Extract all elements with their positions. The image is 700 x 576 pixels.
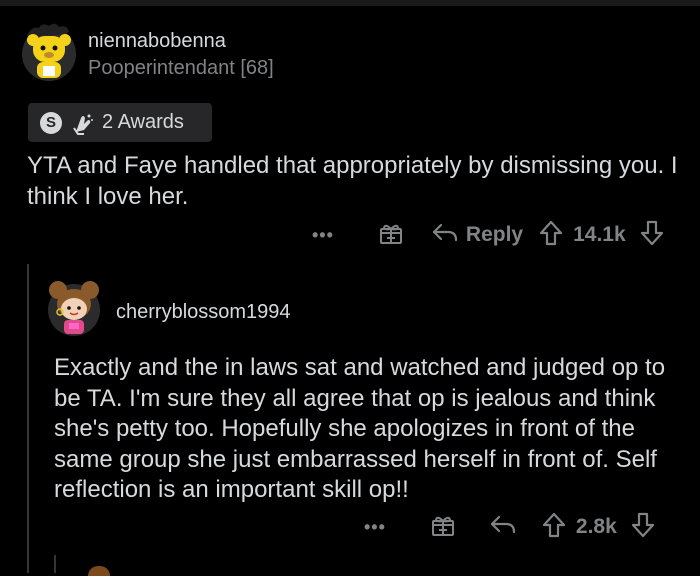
upvote-icon[interactable]	[539, 220, 563, 251]
comment-thread: niennabobenna Pooperintendant [68] S 2 A…	[0, 0, 700, 576]
vote-count: 2.8k	[575, 515, 617, 538]
praying-hands-icon	[70, 110, 96, 136]
reply-arrow-icon[interactable]	[490, 514, 516, 541]
comment-actions: ••• Reply 14.1k	[312, 218, 664, 252]
avatar-girl-icon[interactable]	[44, 276, 104, 338]
comment-username[interactable]: niennabobenna	[88, 30, 226, 53]
more-options-button[interactable]: •••	[312, 225, 334, 246]
gift-icon[interactable]	[378, 220, 404, 251]
gift-icon[interactable]	[430, 512, 456, 543]
downvote-icon[interactable]	[631, 512, 655, 543]
reply-actions: ••• 2.8k	[364, 510, 655, 544]
upvote-icon[interactable]	[542, 512, 566, 543]
vote-count: 14.1k	[573, 223, 626, 246]
comment-body: YTA and Faye handled that appropriately …	[27, 152, 678, 210]
next-avatar-peek	[88, 566, 110, 576]
reply-button[interactable]: Reply	[466, 223, 523, 247]
reply-arrow-icon[interactable]	[432, 222, 458, 249]
silver-award-icon: S	[40, 111, 62, 134]
thread-line[interactable]	[27, 264, 29, 573]
downvote-icon[interactable]	[640, 220, 664, 251]
more-options-button[interactable]: •••	[364, 517, 386, 538]
user-flair: Pooperintendant [68]	[88, 57, 274, 79]
reply-username[interactable]: cherryblossom1994	[116, 301, 291, 324]
reply-body: Exactly and the in laws sat and watched …	[54, 354, 666, 503]
awards-label: 2 Awards	[102, 111, 184, 133]
awards-button[interactable]: S 2 Awards	[28, 103, 212, 142]
nested-thread-line[interactable]	[54, 555, 56, 573]
avatar-bear-icon[interactable]	[19, 22, 79, 82]
